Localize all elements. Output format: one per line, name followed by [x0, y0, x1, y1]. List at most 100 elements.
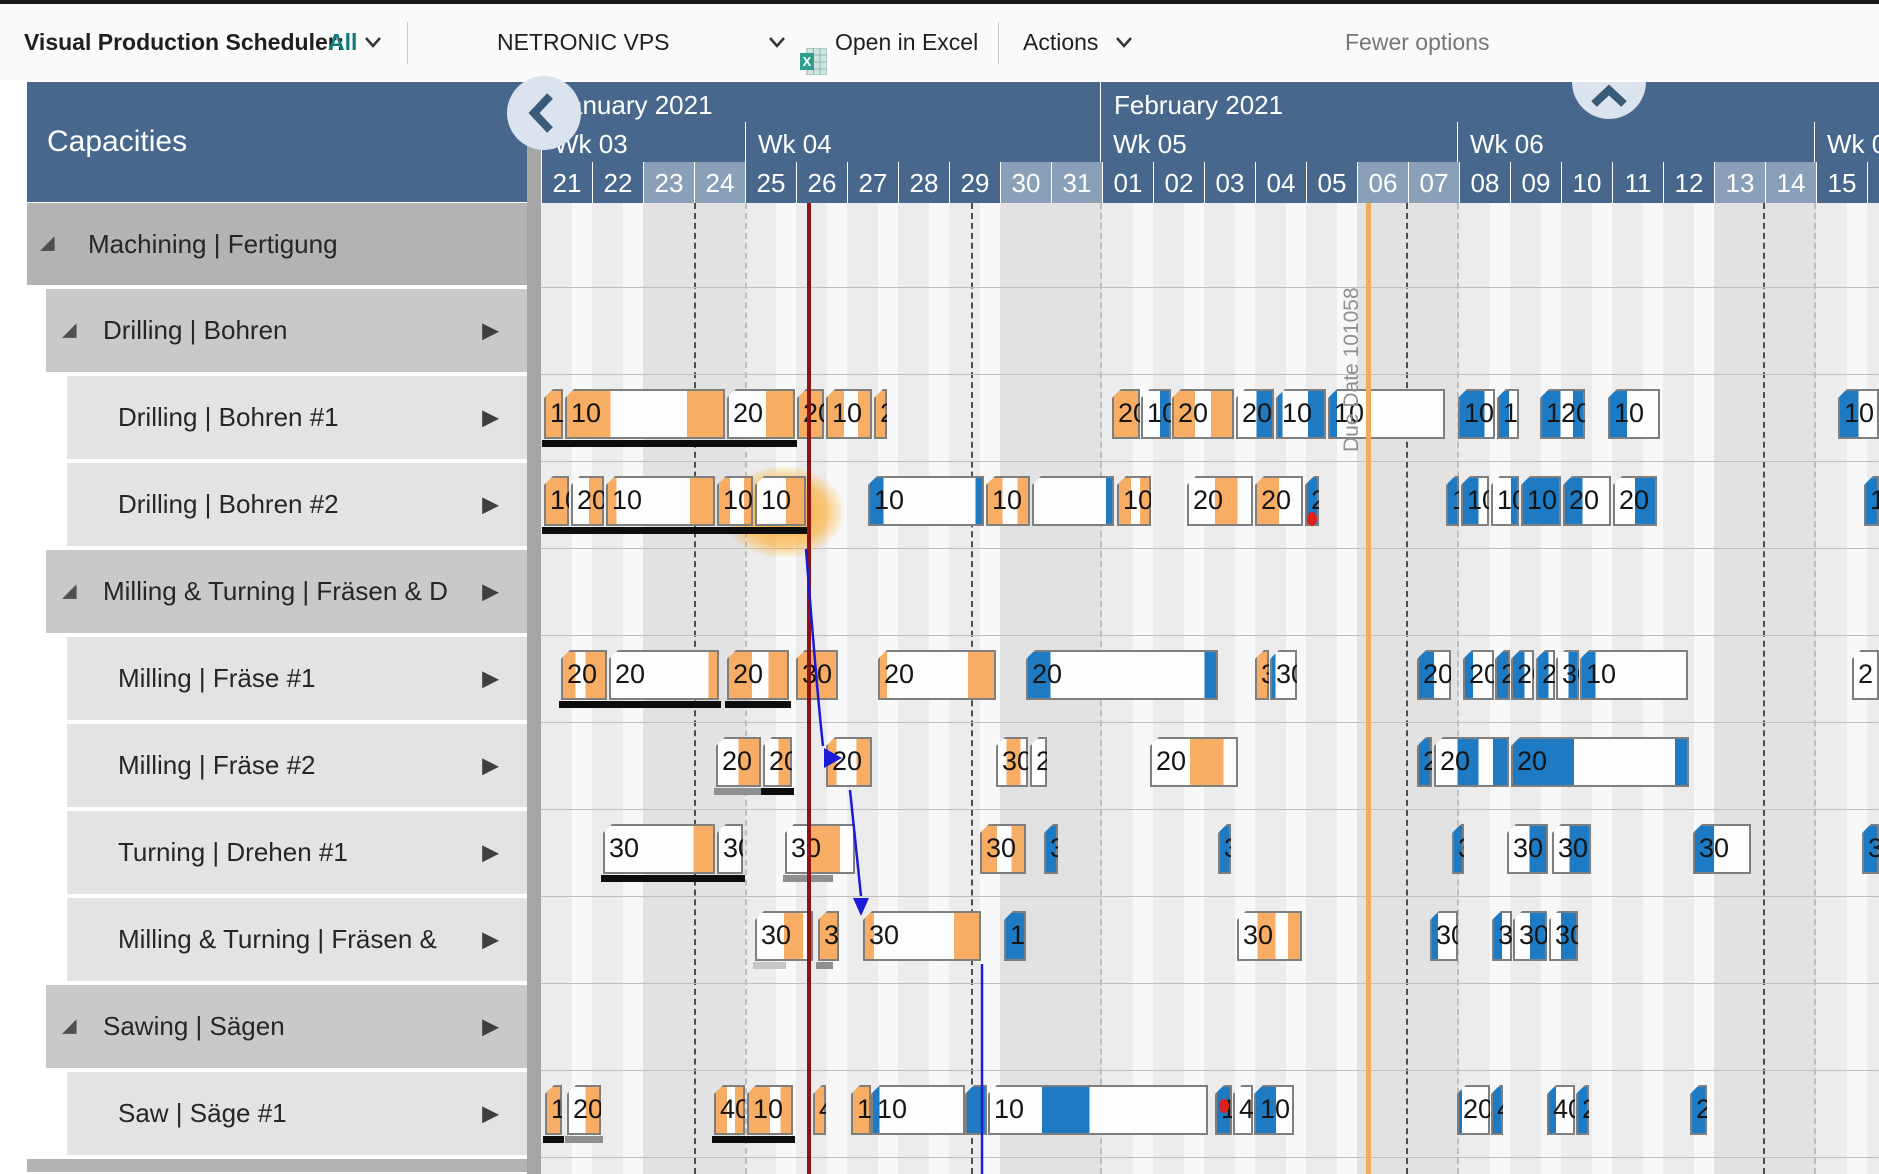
- gantt-bar[interactable]: 30: [863, 911, 981, 961]
- chevron-down-icon[interactable]: [1113, 4, 1135, 80]
- gantt-bar[interactable]: 20: [1563, 476, 1611, 526]
- gantt-bar[interactable]: 10: [1608, 389, 1660, 439]
- gantt-bar[interactable]: 30: [1549, 911, 1578, 961]
- gantt-bar[interactable]: 20: [567, 1085, 601, 1135]
- gantt-bar[interactable]: 30: [996, 737, 1028, 787]
- gantt-bar[interactable]: 30: [1507, 824, 1548, 874]
- gantt-bar[interactable]: 2: [1305, 476, 1319, 526]
- gantt-bar[interactable]: 20: [826, 737, 872, 787]
- gantt-bar[interactable]: 40: [1547, 1085, 1575, 1135]
- gantt-bar[interactable]: 10: [826, 389, 872, 439]
- gantt-bar[interactable]: 10: [1461, 476, 1489, 526]
- gantt-bar[interactable]: 30: [796, 650, 838, 700]
- gantt-bar[interactable]: 10: [868, 476, 984, 526]
- gantt-bar[interactable]: 3: [1044, 824, 1058, 874]
- expand-icon[interactable]: ▶: [482, 752, 499, 778]
- open-in-excel-button[interactable]: Open in Excel: [835, 4, 978, 80]
- gantt-bar[interactable]: 10: [1521, 476, 1561, 526]
- gantt-bar[interactable]: 10: [747, 1085, 793, 1135]
- gantt-bar[interactable]: 20: [571, 476, 604, 526]
- gantt-bar[interactable]: 20: [727, 650, 789, 700]
- gantt-bar[interactable]: 1: [1497, 389, 1519, 439]
- gantt-bar[interactable]: 2: [1495, 650, 1510, 700]
- gantt-bar[interactable]: 2: [874, 389, 887, 439]
- gantt-bar[interactable]: 40: [1233, 1085, 1253, 1135]
- gantt-bar[interactable]: 20: [763, 737, 792, 787]
- gantt-bar[interactable]: 2: [1030, 737, 1047, 787]
- gantt-bar[interactable]: 20: [727, 389, 795, 439]
- gantt-bar[interactable]: 3: [1255, 650, 1269, 700]
- gantt-bar[interactable]: 10: [871, 1085, 965, 1135]
- sidebar-row-mtgroup[interactable]: ◢Milling & Turning | Fräsen & D▶: [46, 550, 527, 633]
- gantt-bar[interactable]: 10: [1838, 389, 1879, 439]
- gantt-bar[interactable]: 10: [986, 476, 1030, 526]
- expand-icon[interactable]: ▶: [482, 404, 499, 430]
- gantt-bar[interactable]: 30: [755, 911, 813, 961]
- gantt-bar[interactable]: 2: [1576, 1085, 1589, 1135]
- gantt-bar[interactable]: 20: [561, 650, 607, 700]
- splitter-handle[interactable]: [527, 82, 541, 1174]
- gantt-bar[interactable]: 20: [1172, 389, 1234, 439]
- gantt-bar[interactable]: 20: [609, 650, 719, 700]
- collapse-icon[interactable]: ◢: [62, 579, 77, 602]
- gantt-bar[interactable]: 20: [1417, 650, 1451, 700]
- expand-icon[interactable]: ▶: [482, 839, 499, 865]
- gantt-bar[interactable]: 30: [1862, 824, 1879, 874]
- company-dropdown[interactable]: NETRONIC VPS: [497, 4, 670, 80]
- sidebar-row-saw1[interactable]: Saw | Säge #1▶: [67, 1072, 527, 1155]
- gantt-bar[interactable]: 1: [1215, 1085, 1232, 1135]
- gantt-bar[interactable]: 20: [1187, 476, 1253, 526]
- gantt-bar[interactable]: 30: [603, 824, 715, 874]
- gantt-bar[interactable]: 20: [1511, 737, 1689, 787]
- gantt-bar[interactable]: 20: [1511, 650, 1534, 700]
- sidebar-row-mtleaf[interactable]: Milling & Turning | Fräsen &▶: [67, 898, 527, 981]
- expand-icon[interactable]: ▶: [482, 665, 499, 691]
- gantt-bar[interactable]: 20: [1463, 650, 1494, 700]
- gantt-bar[interactable]: 30: [785, 824, 855, 874]
- expand-icon[interactable]: ▶: [482, 1013, 499, 1039]
- gantt-bar[interactable]: 1: [544, 389, 563, 439]
- gantt-bar[interactable]: 30: [1552, 824, 1591, 874]
- gantt-bar[interactable]: 2: [1417, 737, 1432, 787]
- gantt-bar[interactable]: 20: [716, 737, 761, 787]
- gantt-bar[interactable]: 20: [1026, 650, 1218, 700]
- gantt-bar[interactable]: 30: [1270, 650, 1297, 700]
- collapse-icon[interactable]: ◢: [62, 1014, 77, 1037]
- gantt-bar[interactable]: 10: [1491, 476, 1519, 526]
- gantt-bar[interactable]: 10: [544, 476, 569, 526]
- gantt-bar[interactable]: 10: [1276, 389, 1326, 439]
- gantt-bar[interactable]: 2: [1690, 1085, 1707, 1135]
- gantt-bar[interactable]: 3: [1492, 911, 1512, 961]
- gantt-bar[interactable]: 1: [1864, 476, 1879, 526]
- gantt-bar[interactable]: 30: [818, 911, 839, 961]
- gantt-bar[interactable]: 4: [813, 1085, 826, 1135]
- expand-icon[interactable]: ▶: [482, 926, 499, 952]
- expand-icon[interactable]: ▶: [482, 317, 499, 343]
- gantt-bar[interactable]: 30: [980, 824, 1026, 874]
- sidebar-row-nextgroup[interactable]: [27, 1159, 527, 1172]
- chevron-down-icon[interactable]: [766, 4, 788, 80]
- gantt-bar[interactable]: 4: [1491, 1085, 1503, 1135]
- gantt-bar[interactable]: 10: [717, 476, 753, 526]
- expand-icon[interactable]: ▶: [482, 491, 499, 517]
- gantt-bar[interactable]: 30: [1556, 650, 1579, 700]
- gantt-bar[interactable]: 20: [1236, 389, 1274, 439]
- gantt-bar[interactable]: 20: [1434, 737, 1509, 787]
- gantt-bar[interactable]: 2: [1852, 650, 1879, 700]
- gantt-bar[interactable]: 10: [755, 476, 806, 526]
- gantt-bar[interactable]: 10: [1458, 389, 1495, 439]
- sidebar-row-drilling1[interactable]: Drilling | Bohren #1▶: [67, 376, 527, 459]
- collapse-icon[interactable]: ◢: [40, 232, 55, 255]
- gantt-bar[interactable]: 30: [1237, 911, 1302, 961]
- gantt-bar[interactable]: 1: [1446, 476, 1459, 526]
- gantt-bar[interactable]: 20: [1255, 476, 1303, 526]
- gantt-bar[interactable]: 20: [1536, 650, 1555, 700]
- gantt-bar[interactable]: 30: [1430, 911, 1458, 961]
- fewer-options-button[interactable]: Fewer options: [1345, 4, 1489, 80]
- filter-dropdown[interactable]: All: [328, 4, 357, 80]
- scroll-left-button[interactable]: [507, 76, 581, 150]
- gantt-bar[interactable]: 20: [1112, 389, 1140, 439]
- gantt-bar[interactable]: 10: [1254, 1085, 1294, 1135]
- sidebar-row-turning1[interactable]: Turning | Drehen #1▶: [67, 811, 527, 894]
- collapse-header-button[interactable]: [1572, 82, 1646, 119]
